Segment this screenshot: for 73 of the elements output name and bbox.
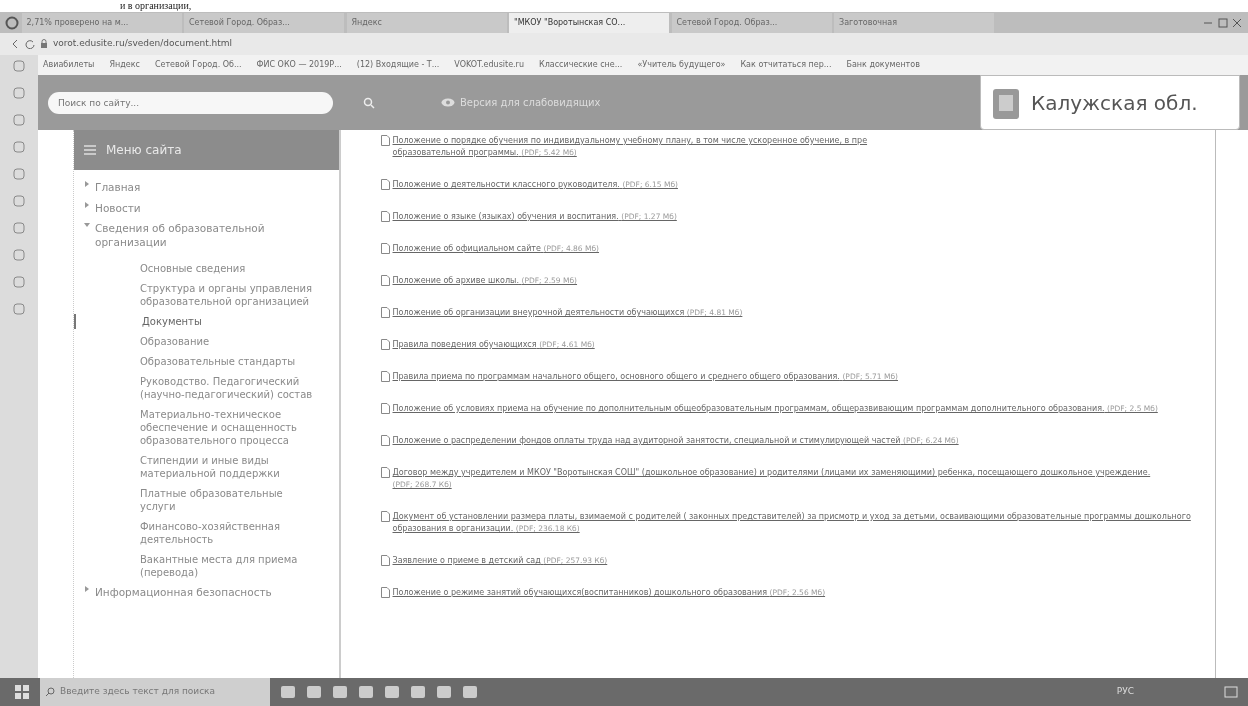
document-icon: [381, 179, 390, 190]
caret-right-icon: [84, 201, 90, 208]
document-icon: [381, 555, 390, 566]
submenu-item[interactable]: Структура и органы управления образовательной организацией: [74, 280, 339, 309]
menu-item-label: Сведения об образовательной организации: [95, 222, 266, 250]
menu-item-label: Главная: [95, 181, 141, 195]
taskbar-search-field[interactable]: Введите здесь текст для поиска: [40, 678, 270, 706]
bookmark-link[interactable]: Сетевой Город. Об...: [154, 59, 242, 71]
caret-right-icon: [84, 585, 90, 592]
maximize-icon[interactable]: [1216, 16, 1229, 29]
browser-tab[interactable]: Яндекс: [346, 12, 507, 33]
document-icon: [381, 339, 390, 350]
submenu-item[interactable]: Основные сведения: [74, 260, 339, 276]
submenu-item[interactable]: Документы: [74, 313, 339, 329]
menu-title: Меню сайта: [106, 142, 182, 159]
bookmark-link[interactable]: ФИС ОКО — 2019Р...: [256, 59, 342, 71]
caret-right-icon: [84, 181, 90, 187]
menu-item[interactable]: Главная: [74, 180, 339, 196]
close-icon[interactable]: [1231, 16, 1243, 29]
submenu-item[interactable]: Вакантные места для приема (перевода): [74, 551, 339, 580]
browser-logo-icon[interactable]: [5, 15, 19, 30]
lock-icon: [40, 39, 48, 49]
bookmark-link[interactable]: Как отчитаться пер...: [740, 59, 832, 71]
printed-caption: и в организации,: [119, 0, 193, 12]
menu-item-label: Новости: [95, 201, 141, 216]
browser-tab[interactable]: Сетевой Город. Образ...: [671, 12, 832, 33]
address-field[interactable]: vorot.edusite.ru/sveden/document.html: [53, 37, 233, 51]
taskbar-search-placeholder: Введите здесь текст для поиска: [60, 685, 216, 699]
search-icon[interactable]: [363, 96, 375, 109]
menu-item[interactable]: Информационная безопасность: [74, 584, 339, 601]
bookmark-link[interactable]: «Учитель будущего»: [637, 59, 726, 71]
browser-tab[interactable]: "МКОУ "Воротынская СО...: [509, 12, 669, 33]
document-icon: [381, 467, 390, 478]
document-icon: [381, 307, 390, 318]
search-field[interactable]: Поиск по сайту...: [48, 91, 333, 114]
submenu-item[interactable]: Платные образовательные услуги: [74, 485, 339, 514]
submenu-item[interactable]: Образовательные стандарты: [74, 353, 339, 369]
bookmark-link[interactable]: VOKOT.edusite.ru: [454, 59, 524, 71]
bookmark-link[interactable]: Банк документов: [846, 59, 920, 71]
document-icon: [381, 371, 390, 382]
document-icon: [381, 403, 390, 414]
windows-start-icon[interactable]: [14, 684, 30, 700]
document-icon: [381, 435, 390, 446]
submenu-item[interactable]: Руководство. Педагогический (научно-педагогический) состав: [74, 373, 339, 402]
menu-icon[interactable]: [84, 145, 96, 155]
submenu-item[interactable]: Образование: [74, 333, 339, 349]
back-icon[interactable]: [10, 39, 20, 49]
menu-item-label: Информационная безопасность: [95, 585, 272, 600]
document-icon: [381, 275, 390, 286]
document-icon: [381, 243, 390, 254]
menu-item[interactable]: Сведения об образовательной организации: [74, 221, 339, 251]
caret-down-icon: [84, 222, 90, 229]
document-link[interactable]: Положение о порядке обучения по индивидуальному учебному плану, в том числе ускоренное обучение, в пре: [392, 135, 868, 147]
bookmark-link[interactable]: (12) Входящие - Т...: [356, 59, 440, 71]
submenu-item[interactable]: Финансово-хозяйственная деятельность: [74, 518, 339, 547]
submenu-item[interactable]: Материально-техническое обеспечение и оснащенность образовательного процесса: [74, 406, 339, 448]
document-icon: [381, 211, 390, 222]
eye-icon: [441, 98, 455, 107]
submenu-item[interactable]: Стипендии и иные виды материальной поддержки: [74, 452, 339, 481]
search-icon: [45, 687, 55, 697]
browser-tab[interactable]: Сетевой Город. Образ...: [184, 12, 344, 33]
reload-icon[interactable]: [25, 39, 35, 49]
browser-tab[interactable]: 2,71% проверено на м...: [21, 12, 182, 33]
menu-item[interactable]: Новости: [74, 200, 339, 217]
browser-tab[interactable]: Заготовочная: [834, 12, 994, 33]
region-name: Калужская обл.: [1031, 89, 1198, 117]
bookmark-link[interactable]: Яндекс: [109, 59, 140, 71]
bookmark-link[interactable]: Классические сне...: [539, 59, 623, 71]
bookmark-link[interactable]: Авиабилеты: [43, 59, 95, 71]
document-icon: [381, 587, 390, 598]
language-indicator[interactable]: РУС: [1116, 685, 1134, 699]
document-icon: [381, 511, 390, 522]
document-icon: [381, 135, 390, 146]
